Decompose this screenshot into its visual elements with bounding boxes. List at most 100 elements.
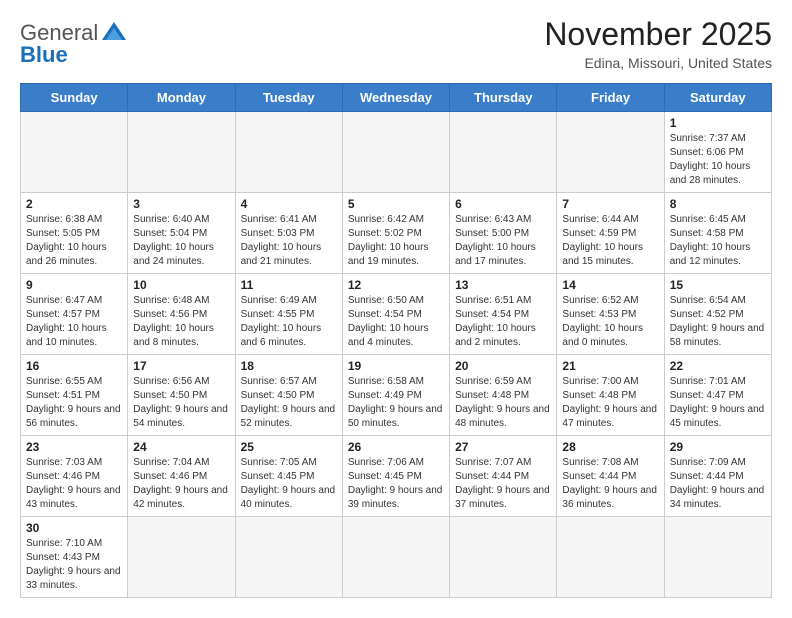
calendar-week-1: 2 Sunrise: 6:38 AMSunset: 5:05 PMDaylight… <box>21 193 772 274</box>
day-info: Sunrise: 7:07 AMSunset: 4:44 PMDaylight:… <box>455 456 551 512</box>
calendar-cell: 16 Sunrise: 6:55 AMSunset: 4:51 PMDayligh… <box>21 355 128 436</box>
calendar-cell: 25 Sunrise: 7:05 AMSunset: 4:45 PMDayligh… <box>235 436 342 517</box>
day-number: 12 <box>348 278 444 292</box>
day-info: Sunrise: 6:48 AMSunset: 4:56 PMDaylight:… <box>133 294 229 350</box>
day-info: Sunrise: 6:52 AMSunset: 4:53 PMDaylight:… <box>562 294 658 350</box>
day-number: 6 <box>455 197 551 211</box>
calendar-cell: 1Sunrise: 7:37 AMSunset: 6:06 PMDaylight… <box>664 112 771 193</box>
day-number: 23 <box>26 440 122 454</box>
calendar-cell: 14 Sunrise: 6:52 AMSunset: 4:53 PMDayligh… <box>557 274 664 355</box>
day-info: Sunrise: 6:54 AMSunset: 4:52 PMDaylight:… <box>670 294 766 350</box>
calendar-cell <box>128 112 235 193</box>
title-area: November 2025 Edina, Missouri, United St… <box>544 16 772 71</box>
day-info: Sunrise: 6:44 AMSunset: 4:59 PMDaylight:… <box>562 213 658 269</box>
day-number: 26 <box>348 440 444 454</box>
calendar-week-5: 30 Sunrise: 7:10 AMSunset: 4:43 PMDayligh… <box>21 517 772 598</box>
col-monday: Monday <box>128 84 235 112</box>
col-saturday: Saturday <box>664 84 771 112</box>
day-info: Sunrise: 7:03 AMSunset: 4:46 PMDaylight:… <box>26 456 122 512</box>
day-info: Sunrise: 6:42 AMSunset: 5:02 PMDaylight:… <box>348 213 444 269</box>
month-title: November 2025 <box>544 16 772 53</box>
calendar-header-row: Sunday Monday Tuesday Wednesday Thursday… <box>21 84 772 112</box>
col-sunday: Sunday <box>21 84 128 112</box>
day-info: Sunrise: 6:51 AMSunset: 4:54 PMDaylight:… <box>455 294 551 350</box>
day-info: Sunrise: 7:04 AMSunset: 4:46 PMDaylight:… <box>133 456 229 512</box>
day-number: 28 <box>562 440 658 454</box>
calendar-cell: 11 Sunrise: 6:49 AMSunset: 4:55 PMDayligh… <box>235 274 342 355</box>
day-info: Sunrise: 6:57 AMSunset: 4:50 PMDaylight:… <box>241 375 337 431</box>
day-number: 16 <box>26 359 122 373</box>
day-number: 3 <box>133 197 229 211</box>
col-wednesday: Wednesday <box>342 84 449 112</box>
calendar-cell: 2 Sunrise: 6:38 AMSunset: 5:05 PMDaylight… <box>21 193 128 274</box>
day-number: 5 <box>348 197 444 211</box>
day-number: 9 <box>26 278 122 292</box>
calendar-week-4: 23 Sunrise: 7:03 AMSunset: 4:46 PMDayligh… <box>21 436 772 517</box>
day-number: 4 <box>241 197 337 211</box>
calendar-cell <box>450 112 557 193</box>
calendar-cell <box>342 112 449 193</box>
col-tuesday: Tuesday <box>235 84 342 112</box>
day-number: 18 <box>241 359 337 373</box>
page: General Blue November 2025 Edina, Missou… <box>0 0 792 618</box>
day-number: 30 <box>26 521 122 535</box>
calendar-cell <box>235 112 342 193</box>
day-number: 20 <box>455 359 551 373</box>
calendar-cell <box>128 517 235 598</box>
day-info: Sunrise: 6:50 AMSunset: 4:54 PMDaylight:… <box>348 294 444 350</box>
calendar-cell: 5 Sunrise: 6:42 AMSunset: 5:02 PMDaylight… <box>342 193 449 274</box>
calendar-cell: 8 Sunrise: 6:45 AMSunset: 4:58 PMDaylight… <box>664 193 771 274</box>
calendar-cell: 30 Sunrise: 7:10 AMSunset: 4:43 PMDayligh… <box>21 517 128 598</box>
day-number: 10 <box>133 278 229 292</box>
day-info: Sunrise: 7:37 AMSunset: 6:06 PMDaylight:… <box>670 132 766 188</box>
calendar-cell <box>557 112 664 193</box>
calendar-cell: 21Sunrise: 7:00 AMSunset: 4:48 PMDayligh… <box>557 355 664 436</box>
location: Edina, Missouri, United States <box>544 55 772 71</box>
calendar: Sunday Monday Tuesday Wednesday Thursday… <box>20 83 772 598</box>
day-number: 14 <box>562 278 658 292</box>
day-number: 24 <box>133 440 229 454</box>
calendar-cell: 13 Sunrise: 6:51 AMSunset: 4:54 PMDayligh… <box>450 274 557 355</box>
day-info: Sunrise: 6:40 AMSunset: 5:04 PMDaylight:… <box>133 213 229 269</box>
day-info: Sunrise: 7:00 AMSunset: 4:48 PMDaylight:… <box>562 375 658 431</box>
day-number: 25 <box>241 440 337 454</box>
header-area: General Blue November 2025 Edina, Missou… <box>20 16 772 71</box>
day-number: 27 <box>455 440 551 454</box>
day-info: Sunrise: 7:09 AMSunset: 4:44 PMDaylight:… <box>670 456 766 512</box>
calendar-cell <box>450 517 557 598</box>
calendar-cell: 7Sunrise: 6:44 AMSunset: 4:59 PMDaylight… <box>557 193 664 274</box>
calendar-week-0: 1Sunrise: 7:37 AMSunset: 6:06 PMDaylight… <box>21 112 772 193</box>
calendar-cell: 24 Sunrise: 7:04 AMSunset: 4:46 PMDayligh… <box>128 436 235 517</box>
day-info: Sunrise: 6:49 AMSunset: 4:55 PMDaylight:… <box>241 294 337 350</box>
calendar-cell: 20Sunrise: 6:59 AMSunset: 4:48 PMDayligh… <box>450 355 557 436</box>
calendar-cell: 4Sunrise: 6:41 AMSunset: 5:03 PMDaylight… <box>235 193 342 274</box>
day-info: Sunrise: 6:38 AMSunset: 5:05 PMDaylight:… <box>26 213 122 269</box>
calendar-cell <box>21 112 128 193</box>
day-number: 29 <box>670 440 766 454</box>
calendar-cell: 19Sunrise: 6:58 AMSunset: 4:49 PMDayligh… <box>342 355 449 436</box>
day-number: 11 <box>241 278 337 292</box>
calendar-cell <box>557 517 664 598</box>
day-info: Sunrise: 7:01 AMSunset: 4:47 PMDaylight:… <box>670 375 766 431</box>
day-info: Sunrise: 7:10 AMSunset: 4:43 PMDaylight:… <box>26 537 122 593</box>
calendar-cell <box>235 517 342 598</box>
day-number: 8 <box>670 197 766 211</box>
calendar-cell: 27 Sunrise: 7:07 AMSunset: 4:44 PMDayligh… <box>450 436 557 517</box>
day-number: 17 <box>133 359 229 373</box>
day-number: 2 <box>26 197 122 211</box>
day-number: 13 <box>455 278 551 292</box>
calendar-cell: 9 Sunrise: 6:47 AMSunset: 4:57 PMDaylight… <box>21 274 128 355</box>
calendar-cell: 29 Sunrise: 7:09 AMSunset: 4:44 PMDayligh… <box>664 436 771 517</box>
calendar-cell: 26 Sunrise: 7:06 AMSunset: 4:45 PMDayligh… <box>342 436 449 517</box>
day-info: Sunrise: 7:06 AMSunset: 4:45 PMDaylight:… <box>348 456 444 512</box>
calendar-cell: 18 Sunrise: 6:57 AMSunset: 4:50 PMDayligh… <box>235 355 342 436</box>
day-number: 22 <box>670 359 766 373</box>
day-info: Sunrise: 7:05 AMSunset: 4:45 PMDaylight:… <box>241 456 337 512</box>
day-info: Sunrise: 6:47 AMSunset: 4:57 PMDaylight:… <box>26 294 122 350</box>
day-info: Sunrise: 6:55 AMSunset: 4:51 PMDaylight:… <box>26 375 122 431</box>
logo-icon <box>100 18 128 46</box>
calendar-cell: 3 Sunrise: 6:40 AMSunset: 5:04 PMDaylight… <box>128 193 235 274</box>
day-info: Sunrise: 6:45 AMSunset: 4:58 PMDaylight:… <box>670 213 766 269</box>
day-info: Sunrise: 7:08 AMSunset: 4:44 PMDaylight:… <box>562 456 658 512</box>
calendar-cell <box>664 517 771 598</box>
